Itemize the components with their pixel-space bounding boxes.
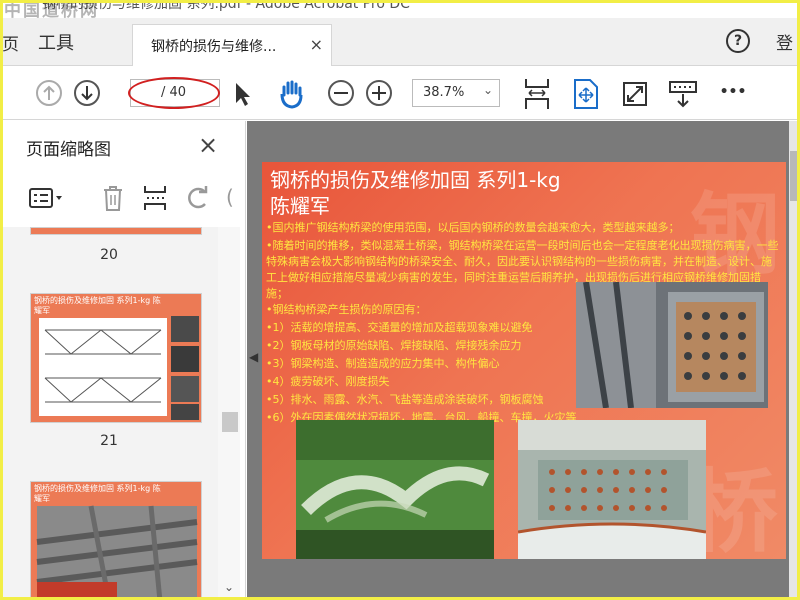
slide-bullet: •5）排水、雨露、水汽、飞盐等造成涂装破坏，钢板腐蚀 xyxy=(266,393,544,406)
bridge-girder-photo xyxy=(576,282,768,408)
arrow-down-icon xyxy=(81,86,93,101)
insert-page-button[interactable] xyxy=(140,183,170,213)
delete-page-button[interactable] xyxy=(100,183,126,213)
document-scrollbar[interactable] xyxy=(789,121,799,600)
select-tool-button[interactable] xyxy=(232,79,254,109)
thumbnail-scrollbar-thumb[interactable] xyxy=(222,412,238,432)
green-plate-damage-photo xyxy=(296,420,494,559)
fit-width-icon xyxy=(525,79,549,109)
zoom-level-value: 38.7% xyxy=(423,85,465,100)
main-toolbar: / 40 38.7% ⌄ ••• xyxy=(0,66,800,120)
slide-bullet: •1）活载的增提高、交通量的增加及超载现象难以避免 xyxy=(266,321,533,334)
insert-page-icon xyxy=(144,186,166,210)
zoom-out-button[interactable] xyxy=(328,80,354,106)
page-number-20: 20 xyxy=(100,247,118,263)
scroll-mode-icon xyxy=(669,81,697,108)
plus-icon xyxy=(372,86,386,100)
fit-page-icon xyxy=(574,79,598,109)
slide-title: 钢桥的损伤及维修加固 系列1-kg xyxy=(270,168,561,192)
page-number-input[interactable]: / 40 xyxy=(128,77,220,109)
trash-icon xyxy=(104,186,122,211)
document-tab-close-button[interactable]: × xyxy=(310,35,323,54)
page-thumbnail-20[interactable] xyxy=(30,227,202,235)
slide-bullet: •2）钢板母材的原始缺陷、焊接缺陷、焊接残余应力 xyxy=(266,339,522,352)
arrow-up-icon xyxy=(43,85,55,100)
fit-page-button[interactable] xyxy=(570,76,602,112)
page-thumbnail-22[interactable]: 钢桥的损伤及维修加固 系列1-kg 陈耀军 xyxy=(30,481,202,600)
thumbnail-options-button[interactable] xyxy=(28,185,66,211)
slide-paragraph-1: •国内推广钢结构桥梁的使用范围，以后国内钢桥的数量会越来愈大，类型越来越多； xyxy=(266,221,680,234)
thumbnail-photo-image xyxy=(36,505,198,600)
more-tools-button[interactable]: ••• xyxy=(718,82,748,102)
minus-icon xyxy=(334,92,348,94)
page-thumbnail-21[interactable]: 钢桥的损伤及维修加固 系列1-kg 陈耀军 xyxy=(30,293,202,423)
next-page-button[interactable] xyxy=(74,80,100,106)
fit-width-button[interactable] xyxy=(520,76,554,112)
zoom-in-button[interactable] xyxy=(366,80,392,106)
scrolling-mode-button[interactable] xyxy=(666,78,700,110)
document-tab-label: 钢桥的损伤与维修... xyxy=(151,39,277,55)
page-thumbnails-panel: 页面缩略图 × (20 钢桥的损伤及维修加固 系列1-kg 陈耀军 21 钢桥… xyxy=(0,121,246,600)
pdf-page: 钢 桥 钢桥的损伤及维修加固 系列1-kg 陈耀军 •国内推广钢结构桥梁的使用范… xyxy=(262,162,786,559)
scroll-down-icon[interactable]: ⌄ xyxy=(224,580,234,594)
slide-author: 陈耀军 xyxy=(270,194,330,218)
slide-bullet: •钢结构桥梁产生损伤的原因有： xyxy=(266,303,427,316)
help-icon[interactable]: ? xyxy=(726,29,750,53)
menu-tab-bar: 页 工具 钢桥的损伤与维修... × ? 登 xyxy=(0,18,800,66)
redo-icon[interactable]: ( xyxy=(226,185,234,209)
undo-button[interactable] xyxy=(184,185,212,211)
site-watermark: 中国道桥网 xyxy=(4,1,99,21)
expand-icon xyxy=(623,82,647,106)
rotate-icon xyxy=(188,186,208,209)
hand-icon xyxy=(280,80,303,109)
full-screen-button[interactable] xyxy=(620,78,650,110)
document-scrollbar-thumb[interactable] xyxy=(790,151,798,201)
page-number-21: 21 xyxy=(100,433,118,449)
options-list-icon xyxy=(29,188,62,208)
document-tab[interactable]: 钢桥的损伤与维修... × xyxy=(132,24,332,66)
thumbnail-diagram-image xyxy=(39,316,199,420)
sign-in-button[interactable]: 登 xyxy=(776,29,793,54)
bolted-splice-photo xyxy=(518,420,706,559)
previous-page-button[interactable] xyxy=(36,80,62,106)
collapse-panel-icon[interactable]: ◀ xyxy=(249,350,258,364)
slide-bullet: •3）钢梁构造、制造造成的应力集中、构件偏心 xyxy=(266,357,500,370)
zoom-level-select[interactable]: 38.7% ⌄ xyxy=(412,79,500,107)
panel-title: 页面缩略图 xyxy=(26,140,111,160)
tab-tools[interactable]: 工具 xyxy=(38,29,74,55)
cursor-arrow-icon xyxy=(236,83,250,106)
tab-home[interactable]: 页 xyxy=(2,30,19,55)
window-titlebar: 钢桥的损伤与维修加固 系列.pdf - Adobe Acrobat Pro DC xyxy=(0,0,800,18)
thumbnail-list[interactable]: 20 钢桥的损伤及维修加固 系列1-kg 陈耀军 21 钢桥的损伤及维修加固 系… xyxy=(0,227,218,600)
chevron-down-icon: ⌄ xyxy=(482,83,493,97)
highlight-ellipse xyxy=(128,77,220,109)
thumbnail-tools-row: ( xyxy=(0,179,246,219)
slide-bullet: •4）疲劳破坏、刚度损失 xyxy=(266,375,390,388)
hand-tool-button[interactable] xyxy=(276,78,308,110)
close-panel-button[interactable]: × xyxy=(198,131,218,159)
